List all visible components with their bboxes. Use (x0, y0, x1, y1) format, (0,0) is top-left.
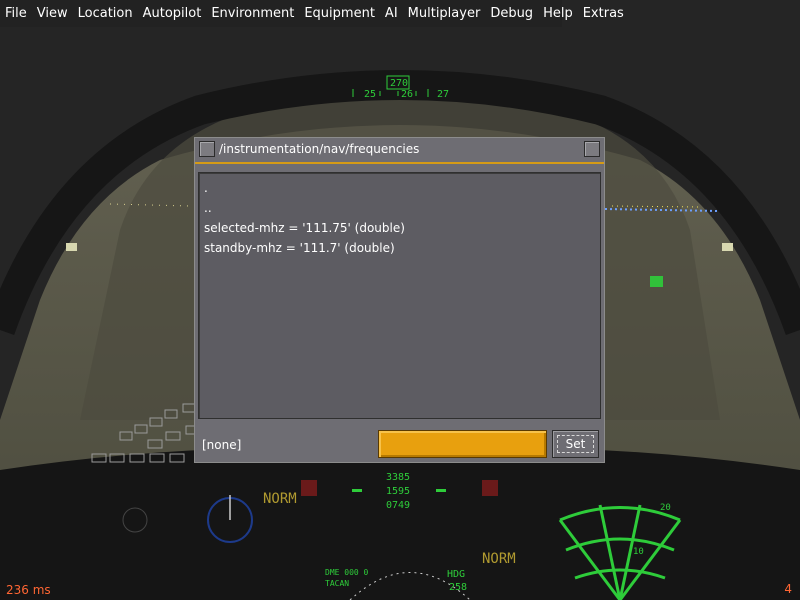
list-item[interactable]: .. (204, 201, 212, 215)
menu-multiplayer[interactable]: Multiplayer (403, 6, 486, 21)
fuel-indicator-left (352, 489, 362, 492)
dialog-title: /instrumentation/nav/frequencies (219, 142, 420, 156)
fuel-readout-1: 3385 (386, 472, 410, 483)
hud-heading-left: 25 (364, 89, 376, 100)
norm-label-right: NORM (482, 551, 516, 567)
menu-autopilot[interactable]: Autopilot (138, 6, 207, 21)
radar-range-inner: 10 (633, 547, 644, 557)
menu-bar: File View Location Autopilot Environment… (0, 0, 624, 27)
menu-extras[interactable]: Extras (578, 6, 629, 21)
property-list[interactable]: . .. selected-mhz = '111.75' (double) st… (198, 172, 601, 419)
dme-readout: DME 000 0 (325, 568, 369, 577)
warning-light-left (301, 480, 317, 496)
menu-environment[interactable]: Environment (206, 6, 299, 21)
frame-time-readout: 236 ms (6, 583, 51, 597)
focus-ring (557, 435, 594, 453)
property-browser-dialog: /instrumentation/nav/frequencies . .. se… (194, 137, 605, 463)
hud-heading-box: 270 (390, 78, 408, 89)
hdg-value: 258 (449, 582, 467, 593)
hud-target-marker (650, 276, 663, 287)
side-marker-left (66, 243, 77, 251)
set-button[interactable]: Set (552, 430, 599, 458)
fuel-indicator-right (436, 489, 446, 492)
list-item[interactable]: selected-mhz = '111.75' (double) (204, 221, 405, 235)
instrument-panel (0, 447, 800, 600)
side-marker-right (722, 243, 733, 251)
dialog-titlebar[interactable]: /instrumentation/nav/frequencies (195, 138, 604, 164)
menu-help[interactable]: Help (538, 6, 578, 21)
menu-view[interactable]: View (32, 6, 73, 21)
selected-property-label: [none] (202, 438, 242, 452)
menu-debug[interactable]: Debug (485, 6, 538, 21)
menu-file[interactable]: File (0, 6, 32, 21)
dialog-close-button[interactable] (584, 141, 600, 157)
list-item[interactable]: . (204, 181, 208, 195)
list-item[interactable]: standby-mhz = '111.7' (double) (204, 241, 395, 255)
menu-equipment[interactable]: Equipment (299, 6, 380, 21)
dialog-back-button[interactable] (199, 141, 215, 157)
tacan-label: TACAN (325, 579, 349, 588)
fuel-readout-2: 1595 (386, 486, 410, 497)
warning-light-right (482, 480, 498, 496)
radar-range-outer: 20 (660, 503, 671, 513)
hdg-label: HDG (447, 569, 465, 580)
hud-heading-center: 26 (401, 89, 413, 100)
norm-label-left: NORM (263, 491, 297, 507)
menu-ai[interactable]: AI (380, 6, 403, 21)
menu-location[interactable]: Location (73, 6, 138, 21)
property-value-input[interactable] (378, 430, 547, 458)
frame-rate-readout: 4 (784, 582, 792, 596)
hud-heading-right: 27 (437, 89, 449, 100)
fuel-readout-3: 0749 (386, 500, 410, 511)
